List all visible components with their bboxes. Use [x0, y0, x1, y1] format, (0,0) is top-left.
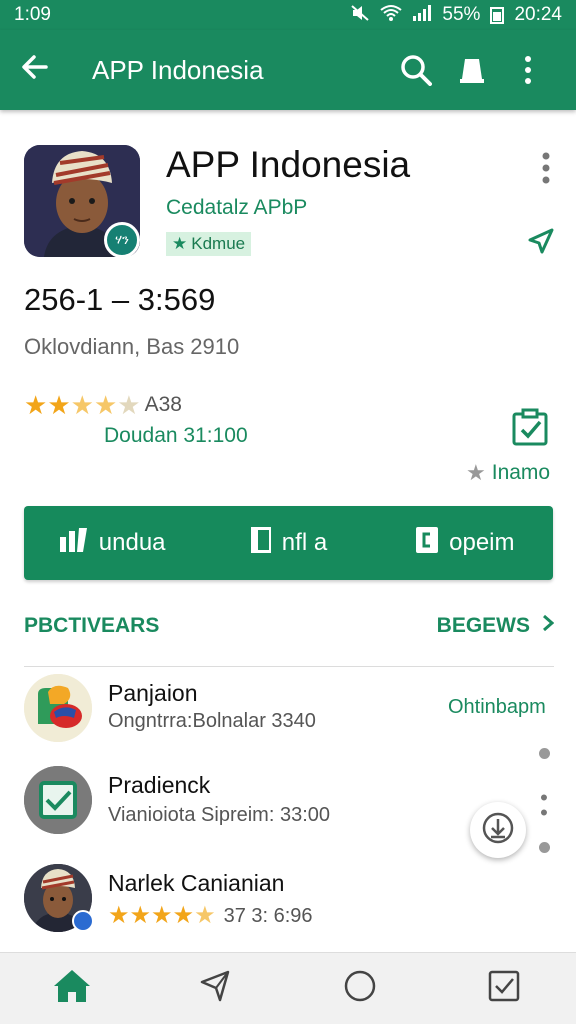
list-item-title[interactable]: Narlek Canianian — [108, 870, 284, 897]
nav-explore[interactable] — [186, 959, 246, 1019]
clipboard-check-icon[interactable] — [510, 408, 550, 453]
app-title: APP Indonesia — [166, 144, 411, 185]
action-label: undua — [98, 529, 166, 556]
star-icon: ★ — [194, 902, 216, 929]
battery-icon — [490, 6, 505, 24]
verified-badge-icon — [72, 910, 94, 932]
action-stats-button[interactable]: undua — [24, 527, 200, 560]
star-icon: ★ — [172, 234, 188, 253]
indicator-dot — [539, 842, 550, 853]
star-icon: ★ — [117, 390, 141, 420]
search-icon[interactable] — [388, 54, 444, 86]
action-open-button[interactable]: opeim — [377, 526, 553, 561]
developer-name[interactable]: Oklovdiann, Bas 2910 — [24, 334, 239, 360]
notification-icon[interactable] — [444, 55, 500, 85]
list-item-rating: ★ ★ ★ ★ ★ 37 3: 6:96 — [108, 904, 313, 928]
battery-percent: 55% — [442, 4, 481, 25]
rating-row: ★ ★ ★ ★ ★ A38 — [24, 392, 182, 418]
star-icon: ★ — [70, 390, 94, 420]
open-app-icon — [415, 526, 439, 561]
app-subtitle[interactable]: Cedatalz APbP — [166, 196, 307, 220]
action-label: opeim — [449, 529, 515, 556]
book-icon — [250, 526, 272, 561]
download-fab[interactable] — [470, 802, 526, 858]
home-icon — [52, 968, 92, 1009]
star-outline-icon: ★ — [466, 460, 486, 485]
list-item-link[interactable]: Ohtinbapm — [448, 696, 546, 719]
list-item-avatar[interactable] — [24, 674, 92, 742]
list-item-avatar[interactable] — [24, 766, 92, 834]
mute-icon — [350, 4, 370, 27]
checkbox-icon — [487, 969, 521, 1008]
action-book-button[interactable]: nfl a — [200, 526, 376, 561]
list-item-title[interactable]: Pradienck — [108, 772, 210, 799]
nav-circle[interactable] — [330, 959, 390, 1019]
share-icon[interactable] — [526, 226, 556, 261]
stats-icon — [59, 527, 89, 560]
download-icon — [481, 811, 515, 850]
section-link-label: BEGEWS — [436, 614, 530, 637]
action-label: nfl a — [281, 529, 328, 556]
navigation-icon — [198, 968, 234, 1009]
star-icon: ★ — [151, 902, 173, 929]
price-line: 256-1 – 3:569 — [24, 282, 216, 317]
star-icon: ★ — [129, 902, 152, 929]
star-icon: ★ — [93, 390, 118, 420]
status-icons: 55% 20:24 — [350, 4, 562, 27]
list-item-title[interactable]: Panjaion — [108, 680, 198, 707]
wishlist-label: Inamo — [491, 461, 551, 484]
wifi-icon — [380, 4, 403, 27]
bottom-nav — [0, 952, 576, 1024]
rating-text: A38 — [144, 393, 182, 416]
section-header: PBCTIVEARS BEGEWS — [24, 614, 555, 638]
editors-choice-chip: ★ Kdmue — [166, 232, 252, 256]
status-bar: 1:09 55% 20:24 — [0, 0, 576, 30]
wishlist-button[interactable]: ★ Inamo — [466, 460, 550, 486]
rating-text: 37 3: 6:96 — [223, 904, 313, 927]
chip-label: Kdmue — [191, 234, 246, 253]
star-icon: ★ — [47, 390, 71, 420]
circle-icon — [343, 969, 377, 1008]
back-arrow-icon[interactable] — [20, 52, 72, 88]
action-bar: undua nfl a opeim — [24, 506, 553, 580]
nav-tasks[interactable] — [474, 959, 534, 1019]
star-icon: ★ — [24, 390, 48, 420]
status-time-left: 1:09 — [14, 4, 51, 25]
signal-icon — [412, 4, 432, 27]
list-item-subtitle: Ongntrra:Bolnalar 3340 — [108, 710, 316, 732]
app-more-icon[interactable] — [536, 150, 556, 190]
star-icon: ★ — [172, 902, 195, 929]
section-see-more[interactable]: BEGEWS — [436, 614, 555, 638]
appbar-title: APP Indonesia — [92, 54, 264, 85]
nav-home[interactable] — [42, 959, 102, 1019]
more-vert-icon[interactable]: • • — [538, 787, 550, 824]
section-title: PBCTIVEARS — [24, 614, 160, 637]
chevron-right-icon — [542, 614, 555, 638]
downloads-count: Doudan 31:100 — [104, 424, 248, 447]
indicator-dot — [539, 748, 550, 759]
app-bar: APP Indonesia — [0, 30, 576, 110]
divider — [24, 666, 554, 667]
verified-badge: ሃን — [104, 222, 140, 258]
list-item-subtitle: Vianioiota Sipreim: 33:00 — [108, 804, 330, 826]
more-vert-icon[interactable] — [500, 55, 556, 85]
star-icon: ★ — [108, 902, 130, 929]
status-time-right: 20:24 — [514, 4, 562, 25]
